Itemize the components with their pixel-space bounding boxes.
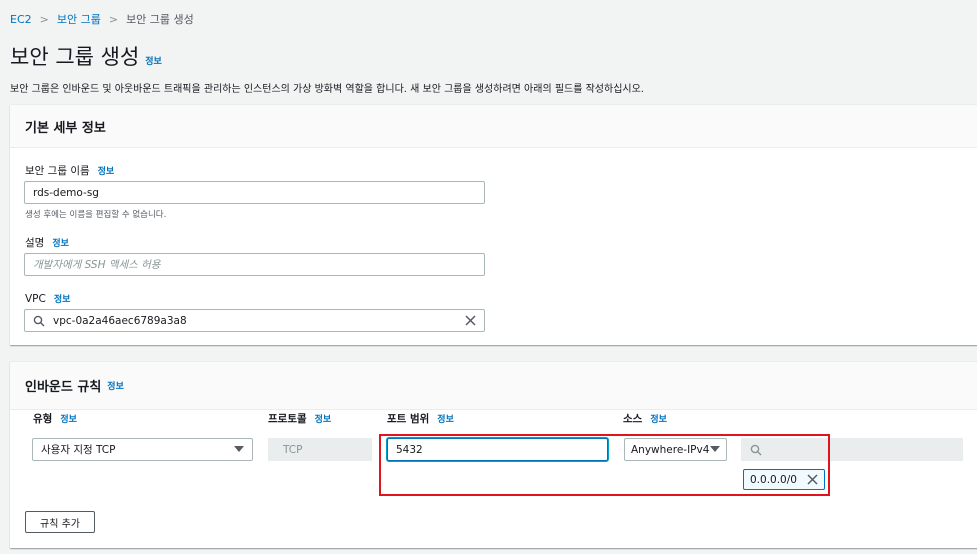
highlight-annotation-box	[379, 434, 830, 496]
source-info-link[interactable]: 정보	[650, 412, 667, 425]
vpc-label: VPC 정보	[25, 292, 71, 306]
chevron-right-icon: >	[39, 12, 49, 26]
page-description: 보안 그룹은 인바운드 및 아웃바운드 트래픽을 관리하는 인스턴스의 가상 방…	[10, 84, 644, 95]
column-source: 소스 정보	[623, 411, 667, 426]
page-title: 보안 그룹 생성 정보	[10, 41, 162, 71]
protocol-field: TCP	[268, 438, 372, 461]
type-info-link[interactable]: 정보	[60, 412, 77, 425]
security-group-name-input[interactable]: rds-demo-sg	[24, 181, 485, 204]
vpc-info-link[interactable]: 정보	[54, 292, 71, 305]
rule-type-select[interactable]: 사용자 지정 TCP	[32, 438, 253, 461]
breadcrumb: EC2 > 보안 그룹 > 보안 그룹 생성	[10, 11, 194, 27]
name-hint: 생성 후에는 이름을 편집할 수 없습니다.	[25, 210, 167, 220]
clear-icon[interactable]	[465, 315, 476, 326]
column-type: 유형 정보	[33, 411, 77, 426]
vpc-select-content: vpc-0a2a46aec6789a3a8	[33, 315, 187, 327]
add-rule-label: 규칙 추가	[40, 518, 80, 530]
column-port-label: 포트 범위	[387, 413, 430, 425]
column-source-label: 소스	[623, 413, 643, 425]
basic-details-header: 기본 세부 정보	[10, 105, 977, 148]
vpc-value: vpc-0a2a46aec6789a3a8	[53, 314, 187, 327]
description-input[interactable]: 개발자에게 SSH 액세스 허용	[24, 253, 485, 276]
rule-type-value: 사용자 지정 TCP	[41, 444, 116, 456]
name-label-text: 보안 그룹 이름	[25, 165, 90, 177]
column-protocol: 프로토콜 정보	[268, 411, 331, 426]
name-info-link[interactable]: 정보	[98, 164, 115, 177]
description-info-link[interactable]: 정보	[52, 236, 69, 249]
port-info-link[interactable]: 정보	[437, 412, 454, 425]
breadcrumb-security-groups[interactable]: 보안 그룹	[57, 11, 101, 27]
inbound-info-link[interactable]: 정보	[107, 379, 124, 392]
column-port: 포트 범위 정보	[387, 411, 454, 426]
protocol-info-link[interactable]: 정보	[315, 412, 332, 425]
security-group-name-value: rds-demo-sg	[33, 186, 99, 199]
vpc-label-text: VPC	[25, 292, 46, 305]
breadcrumb-current: 보안 그룹 생성	[126, 13, 194, 26]
info-link[interactable]: 정보	[145, 54, 162, 67]
chevron-right-icon: >	[108, 12, 119, 26]
inbound-rules-title: 인바운드 규칙	[25, 380, 102, 395]
description-label: 설명 정보	[25, 235, 69, 250]
description-label-text: 설명	[25, 237, 45, 249]
protocol-value: TCP	[283, 443, 303, 456]
caret-down-icon	[234, 446, 244, 452]
inbound-rules-header: 인바운드 규칙 정보	[10, 362, 977, 410]
search-icon	[33, 315, 45, 326]
breadcrumb-ec2[interactable]: EC2	[10, 13, 32, 26]
column-protocol-label: 프로토콜	[268, 413, 307, 425]
page-title-text: 보안 그룹 생성	[10, 45, 140, 69]
name-label: 보안 그룹 이름 정보	[25, 163, 114, 178]
vpc-select[interactable]: vpc-0a2a46aec6789a3a8	[24, 309, 485, 332]
add-rule-button[interactable]: 규칙 추가	[25, 511, 95, 533]
description-placeholder: 개발자에게 SSH 액세스 허용	[33, 259, 161, 271]
basic-details-title: 기본 세부 정보	[25, 120, 106, 136]
column-type-label: 유형	[33, 413, 53, 425]
